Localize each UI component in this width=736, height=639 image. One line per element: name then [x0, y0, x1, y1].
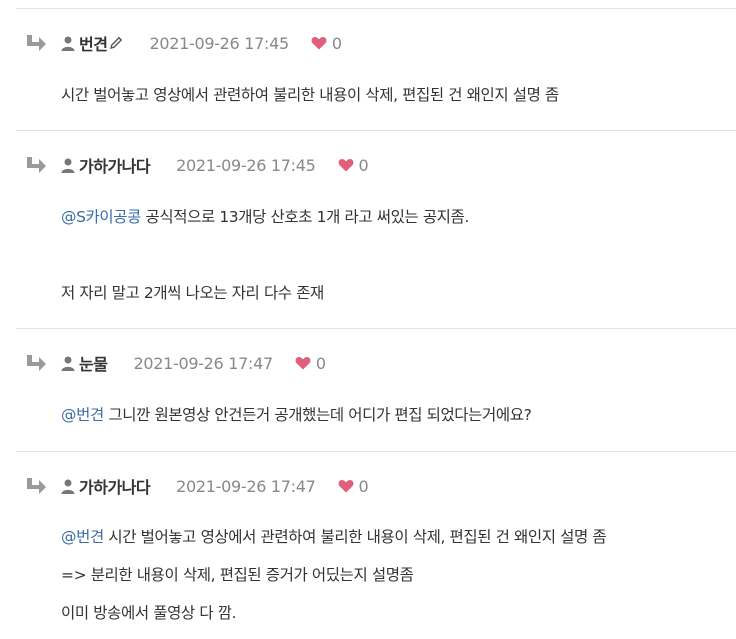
- comment-text: @S카이공콩 공식적으로 13개당 산호초 1개 라고 써있는 공지좀.: [61, 208, 469, 226]
- heart-icon: [338, 480, 353, 493]
- reply-arrow-icon: [27, 478, 46, 494]
- comment-text: 시간 벌어놓고 영상에서 관련하여 불리한 내용이 삭제, 편집된 건 왜인지 …: [61, 86, 559, 104]
- reply-arrow-icon: [27, 35, 46, 51]
- author-name[interactable]: 눈물: [79, 351, 108, 375]
- comment-list: 번견 2021-09-26 17:45 0 시간 벌어놓고 영상에서 관련하여 …: [0, 0, 736, 639]
- like-count: 0: [358, 476, 369, 496]
- comment-date: 2021-09-26 17:45: [176, 155, 316, 175]
- mention-link[interactable]: @번견: [61, 406, 104, 424]
- like-button[interactable]: 0: [338, 477, 369, 496]
- reply-arrow-icon: [27, 355, 46, 371]
- like-button[interactable]: 0: [295, 354, 326, 373]
- user-icon: [61, 479, 75, 494]
- comment-item: 가하가나다 2021-09-26 17:45 0 @S카이공콩 공식적으로 13…: [16, 130, 736, 328]
- reply-arrow-icon: [27, 157, 46, 173]
- comment-item: 가하가나다 2021-09-26 17:47 0 @번견 시간 벌어놓고 영상에…: [16, 451, 736, 639]
- comment-item: 번견 2021-09-26 17:45 0 시간 벌어놓고 영상에서 관련하여 …: [16, 8, 736, 130]
- comment-text: => 분리한 내용이 삭제, 편집된 증거가 어딨는지 설명좀: [61, 566, 414, 584]
- pencil-icon: [110, 36, 123, 49]
- comment-date: 2021-09-26 17:47: [133, 353, 273, 373]
- comment-text: @번견 그니깐 원본영상 안건든거 공개했는데 어디가 편집 되었다는거에요?: [61, 406, 532, 424]
- user-icon: [61, 36, 75, 51]
- like-button[interactable]: 0: [338, 156, 369, 175]
- heart-icon: [295, 357, 311, 370]
- comment-text: 이미 방송에서 풀영상 다 깜.: [61, 604, 237, 622]
- comment-text: @번견 시간 벌어놓고 영상에서 관련하여 불리한 내용이 삭제, 편집된 건 …: [61, 528, 607, 546]
- like-button[interactable]: 0: [311, 34, 342, 53]
- user-icon: [61, 356, 75, 371]
- like-count: 0: [315, 353, 327, 373]
- comment-text: 저 자리 말고 2개씩 나오는 자리 다수 존재: [61, 284, 324, 302]
- user-icon: [61, 158, 75, 173]
- heart-icon: [338, 159, 353, 172]
- comment-item: 눈물 2021-09-26 17:47 0 @번견 그니깐 원본영상 안건든거 …: [16, 328, 736, 451]
- like-count: 0: [358, 155, 369, 175]
- mention-link[interactable]: @번견: [61, 528, 104, 546]
- author-name[interactable]: 가하가나다: [79, 474, 151, 498]
- comment-date: 2021-09-26 17:47: [176, 476, 316, 496]
- author-name[interactable]: 가하가나다: [79, 153, 151, 177]
- heart-icon: [311, 37, 327, 50]
- comment-date: 2021-09-26 17:45: [149, 33, 289, 53]
- author-name[interactable]: 번견: [79, 31, 108, 55]
- mention-link[interactable]: @S카이공콩: [61, 208, 141, 226]
- like-count: 0: [331, 33, 343, 53]
